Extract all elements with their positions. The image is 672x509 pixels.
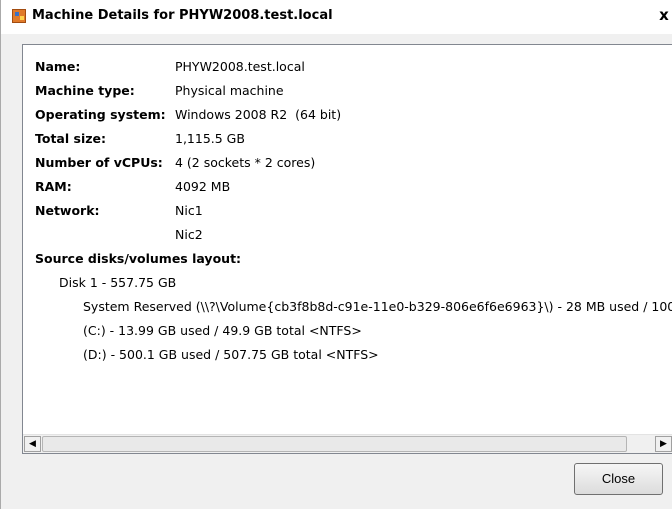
details-panel: Name: PHYW2008.test.local Machine type: …: [22, 44, 672, 454]
app-icon: [12, 9, 26, 23]
ram-value: 4092 MB: [175, 179, 231, 194]
volume-c: (C:) - 13.99 GB used / 49.9 GB total <NT…: [83, 323, 362, 338]
disk-1-label: Disk 1 - 557.75 GB: [59, 275, 177, 290]
machine-type-value: Physical machine: [175, 83, 284, 98]
volume-d: (D:) - 500.1 GB used / 507.75 GB total <…: [83, 347, 379, 362]
window-title: Machine Details for PHYW2008.test.local: [32, 8, 333, 23]
total-size-label: Total size:: [35, 131, 106, 146]
os-label: Operating system:: [35, 107, 166, 122]
close-button[interactable]: Close: [574, 463, 663, 495]
scroll-thumb[interactable]: [42, 436, 627, 452]
machine-type-label: Machine type:: [35, 83, 135, 98]
ram-label: RAM:: [35, 179, 72, 194]
name-label: Name:: [35, 59, 81, 74]
disk-layout-heading: Source disks/volumes layout:: [35, 251, 242, 266]
network-nic1: Nic1: [175, 203, 203, 218]
vcpus-value: 4 (2 sockets * 2 cores): [175, 155, 316, 170]
os-value: Windows 2008 R2 (64 bit): [175, 107, 342, 122]
machine-details-dialog: Machine Details for PHYW2008.test.local …: [0, 0, 672, 509]
scroll-left-icon[interactable]: ◀: [24, 436, 41, 452]
details-content: Name: PHYW2008.test.local Machine type: …: [23, 45, 672, 434]
volume-system-reserved: System Reserved (\\?\Volume{cb3f8b8d-c91…: [83, 299, 672, 314]
total-size-value: 1,115.5 GB: [175, 131, 245, 146]
name-value: PHYW2008.test.local: [175, 59, 305, 74]
vcpus-label: Number of vCPUs:: [35, 155, 163, 170]
scroll-right-icon[interactable]: ▶: [655, 436, 672, 452]
network-label: Network:: [35, 203, 100, 218]
network-nic2: Nic2: [175, 227, 203, 242]
horizontal-scrollbar[interactable]: ◀ ▶: [23, 434, 672, 453]
title-bar: Machine Details for PHYW2008.test.local …: [1, 0, 672, 34]
close-icon[interactable]: x: [655, 6, 672, 24]
